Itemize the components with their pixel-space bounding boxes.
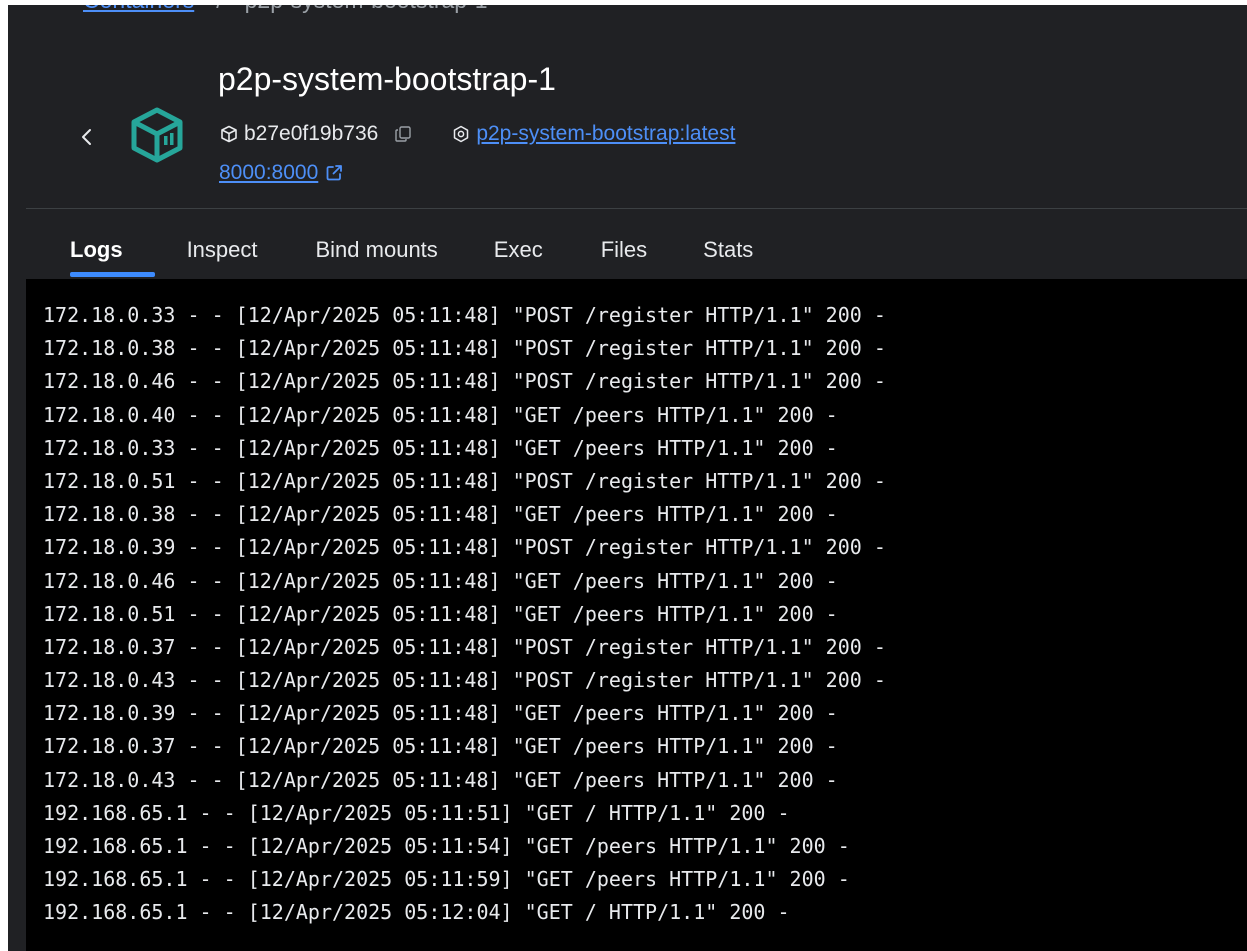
port-link[interactable]: 8000:8000 [219, 161, 318, 185]
log-line: 172.18.0.46 - - [12/Apr/2025 05:11:48] "… [43, 568, 838, 593]
log-panel[interactable]: 172.18.0.33 - - [12/Apr/2025 05:11:48] "… [26, 279, 1247, 951]
breadcrumb-current: p2p-system-bootstrap-1 [245, 5, 488, 13]
log-line: 192.168.65.1 - - [12/Apr/2025 05:11:51] … [43, 800, 790, 825]
log-line: 172.18.0.46 - - [12/Apr/2025 05:11:48] "… [43, 369, 886, 394]
log-line: 172.18.0.51 - - [12/Apr/2025 05:11:48] "… [43, 601, 838, 626]
breadcrumb-separator: / [216, 5, 222, 13]
log-line: 172.18.0.39 - - [12/Apr/2025 05:11:48] "… [43, 701, 838, 726]
back-icon[interactable] [75, 125, 99, 149]
header-divider [26, 208, 1247, 209]
log-line: 172.18.0.51 - - [12/Apr/2025 05:11:48] "… [43, 468, 886, 493]
container-id: b27e0f19b736 [244, 122, 379, 145]
log-line: 192.168.65.1 - - [12/Apr/2025 05:11:54] … [43, 834, 850, 858]
log-line: 172.18.0.38 - - [12/Apr/2025 05:11:48] "… [43, 502, 838, 527]
log-lines: 172.18.0.33 - - [12/Apr/2025 05:11:48] "… [43, 299, 886, 930]
log-line: 172.18.0.37 - - [12/Apr/2025 05:11:48] "… [43, 634, 886, 659]
tab-bar: Logs Inspect Bind mounts Exec Files Stat… [46, 231, 777, 277]
log-line: 172.18.0.33 - - [12/Apr/2025 05:11:48] "… [43, 435, 838, 460]
tab-inspect[interactable]: Inspect [147, 231, 282, 277]
log-line: 192.168.65.1 - - [12/Apr/2025 05:11:59] … [43, 867, 850, 892]
log-line: 172.18.0.37 - - [12/Apr/2025 05:11:48] "… [43, 734, 838, 759]
log-line: 172.18.0.43 - - [12/Apr/2025 05:11:48] "… [43, 767, 838, 792]
breadcrumb: Containers / p2p-system-bootstrap-1 [83, 5, 488, 14]
log-line: 172.18.0.39 - - [12/Apr/2025 05:11:48] "… [43, 535, 886, 560]
log-line: 172.18.0.43 - - [12/Apr/2025 05:11:48] "… [43, 668, 886, 693]
breadcrumb-containers-link[interactable]: Containers [83, 5, 194, 13]
tab-bind-mounts[interactable]: Bind mounts [282, 231, 462, 277]
container-icon [128, 106, 186, 164]
log-line: 172.18.0.40 - - [12/Apr/2025 05:11:48] "… [43, 402, 838, 427]
external-link-icon[interactable] [324, 163, 344, 183]
log-line: 172.18.0.33 - - [12/Apr/2025 05:11:48] "… [43, 303, 886, 327]
image-info: p2p-system-bootstrap:latest [452, 122, 735, 146]
tab-files[interactable]: Files [567, 231, 671, 277]
tab-stats[interactable]: Stats [671, 231, 777, 277]
container-id-icon [220, 125, 238, 143]
tab-logs[interactable]: Logs [46, 231, 155, 277]
port-mapping: 8000:8000 [219, 161, 344, 185]
container-detail-view: Containers / p2p-system-bootstrap-1 p2p-sy… [8, 5, 1247, 951]
log-line: 172.18.0.38 - - [12/Apr/2025 05:11:48] "… [43, 336, 886, 361]
image-link[interactable]: p2p-system-bootstrap:latest [476, 122, 735, 146]
copy-icon[interactable] [394, 125, 412, 143]
log-line: 192.168.65.1 - - [12/Apr/2025 05:12:04] … [43, 900, 790, 925]
page-title: p2p-system-bootstrap-1 [218, 61, 556, 97]
tab-exec[interactable]: Exec [462, 231, 567, 277]
image-icon [452, 125, 470, 143]
container-meta: b27e0f19b736 p2p-system-bootstrap:latest [220, 120, 735, 148]
